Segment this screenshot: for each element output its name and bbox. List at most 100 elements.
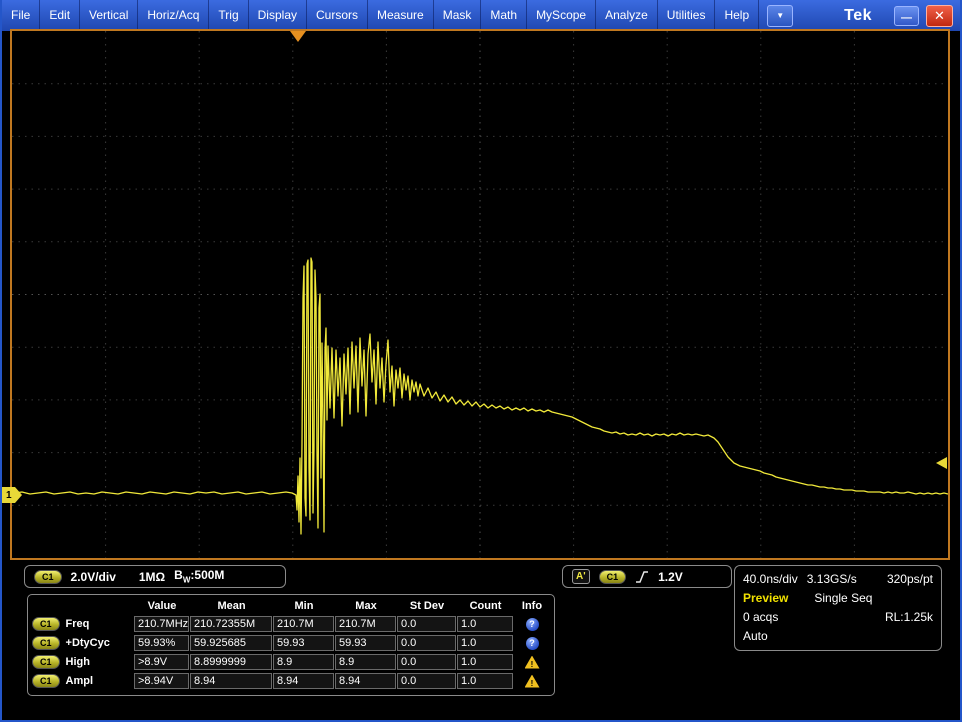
channel-readout[interactable]: C1 2.0V/div 1MΩ BW:500M [24, 565, 286, 588]
header-value: Value [134, 600, 190, 612]
input-impedance: 1MΩ [139, 570, 165, 584]
timebase-readout: 40.0ns/div [743, 570, 798, 589]
menu-item-analyze[interactable]: Analyze [596, 0, 658, 31]
menu-overflow-button[interactable]: ▼ [767, 5, 793, 27]
menu-item-utilities[interactable]: Utilities [658, 0, 716, 31]
trigger-source-badge: C1 [599, 570, 627, 584]
measurement-label: C1 +DtyCyc [32, 636, 134, 650]
measurement-max: 210.7M [335, 616, 396, 632]
measurement-min: 8.94 [273, 673, 334, 689]
minimize-icon: — [901, 14, 912, 22]
menu-item-help[interactable]: Help [715, 0, 759, 31]
menu-item-horiz-acq[interactable]: Horiz/Acq [138, 0, 209, 31]
measurement-label: C1 Ampl [32, 674, 134, 688]
channel-badge: C1 [32, 636, 60, 650]
channel-badge: C1 [32, 617, 60, 631]
info-icon[interactable]: ? [526, 637, 539, 650]
menu-item-math[interactable]: Math [481, 0, 527, 31]
preview-status: Preview [743, 589, 788, 608]
measurement-table: Value Mean Min Max St Dev Count Info C1 … [27, 594, 555, 696]
trigger-level-value: 1.2V [658, 570, 683, 584]
vertical-scale: 2.0V/div [71, 570, 116, 584]
measurement-count: 1.0 [457, 654, 513, 670]
measurement-max: 59.93 [335, 635, 396, 651]
measurement-name: Ampl [66, 675, 94, 687]
header-info: Info [514, 600, 550, 612]
measurement-label: C1 Freq [32, 617, 134, 631]
header-mean: Mean [190, 600, 273, 612]
menu-item-file[interactable]: File [2, 0, 40, 31]
measurement-mean: 8.94 [190, 673, 272, 689]
measurement-mean: 210.72355M [190, 616, 272, 632]
header-stdev: St Dev [397, 600, 457, 612]
measurement-name: High [66, 656, 90, 668]
measurement-stdev: 0.0 [397, 635, 456, 651]
measurement-stdev: 0.0 [397, 654, 456, 670]
info-icon[interactable]: ? [526, 618, 539, 631]
measurement-stdev: 0.0 [397, 673, 456, 689]
trigger-bus-badge: A' [572, 569, 590, 584]
measurement-info: ? [514, 618, 550, 631]
measurement-row: C1 High >8.9V 8.8999999 8.9 8.9 0.0 1.0 … [32, 653, 550, 671]
measurement-max: 8.94 [335, 673, 396, 689]
info-icon[interactable]: ! [525, 656, 540, 669]
measurement-row: C1 +DtyCyc 59.93% 59.925685 59.93 59.93 … [32, 634, 550, 652]
bandwidth-readout: BW:500M [174, 568, 224, 584]
measurement-value: 210.7MHz [134, 616, 189, 632]
measurement-value: >8.9V [134, 654, 189, 670]
measurement-stdev: 0.0 [397, 616, 456, 632]
channel-badge: C1 [34, 570, 62, 584]
acquisition-count: 0 acqs [743, 608, 778, 627]
tek-logo: Tek [844, 7, 872, 25]
rising-edge-icon [635, 570, 649, 584]
resolution-readout: 320ps/pt [887, 570, 933, 589]
info-icon[interactable]: ! [525, 675, 540, 688]
menu-item-trig[interactable]: Trig [209, 0, 248, 31]
channel-badge: C1 [32, 674, 60, 688]
channel-badge: C1 [32, 655, 60, 669]
menu-item-edit[interactable]: Edit [40, 0, 80, 31]
oscilloscope-window: File Edit Vertical Horiz/Acq Trig Displa… [0, 0, 962, 722]
measurement-label: C1 High [32, 655, 134, 669]
measurement-name: Freq [66, 618, 90, 630]
measurement-count: 1.0 [457, 635, 513, 651]
measurement-value: 59.93% [134, 635, 189, 651]
menu-item-mask[interactable]: Mask [434, 0, 482, 31]
chevron-down-icon: ▼ [776, 11, 784, 20]
close-icon: ✕ [934, 8, 945, 24]
measurement-min: 210.7M [273, 616, 334, 632]
measurement-info: ! [514, 675, 550, 688]
header-min: Min [273, 600, 335, 612]
close-button[interactable]: ✕ [926, 5, 953, 27]
menu-item-display[interactable]: Display [249, 0, 307, 31]
menu-item-measure[interactable]: Measure [368, 0, 434, 31]
measurement-min: 59.93 [273, 635, 334, 651]
menu-item-myscope[interactable]: MyScope [527, 0, 596, 31]
trigger-mode: Auto [743, 627, 768, 646]
measurement-max: 8.9 [335, 654, 396, 670]
header-count: Count [457, 600, 514, 612]
measurement-value: >8.94V [134, 673, 189, 689]
measurement-count: 1.0 [457, 673, 513, 689]
menu-item-vertical[interactable]: Vertical [80, 0, 138, 31]
measurement-name: +DtyCyc [66, 637, 110, 649]
record-length: RL:1.25k [885, 608, 933, 627]
measurement-info: ? [514, 637, 550, 650]
acquisition-mode: Single Seq [814, 589, 872, 608]
measurement-info: ! [514, 656, 550, 669]
minimize-button[interactable]: — [894, 6, 919, 26]
measurement-mean: 59.925685 [190, 635, 272, 651]
measurement-header-row: Value Mean Min Max St Dev Count Info [32, 597, 550, 614]
trigger-readout[interactable]: A' C1 1.2V [562, 565, 732, 588]
menu-bar: File Edit Vertical Horiz/Acq Trig Displa… [2, 0, 960, 31]
measurement-min: 8.9 [273, 654, 334, 670]
measurement-count: 1.0 [457, 616, 513, 632]
measurement-mean: 8.8999999 [190, 654, 272, 670]
menubar-spacer [793, 0, 844, 31]
sample-rate-readout: 3.13GS/s [807, 570, 857, 589]
menu-item-cursors[interactable]: Cursors [307, 0, 368, 31]
measurement-row: C1 Freq 210.7MHz 210.72355M 210.7M 210.7… [32, 615, 550, 633]
trigger-level-marker[interactable] [936, 457, 947, 469]
trigger-position-marker[interactable] [290, 31, 306, 42]
horizontal-acquisition-panel[interactable]: 40.0ns/div 3.13GS/s 320ps/pt Preview Sin… [734, 565, 942, 651]
